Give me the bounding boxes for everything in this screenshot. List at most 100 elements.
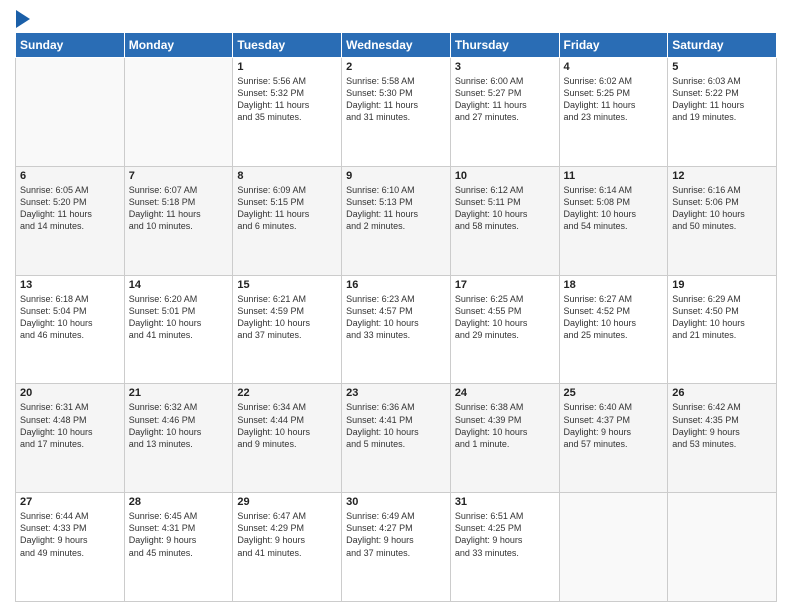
- week-row-5: 27 Sunrise: 6:44 AM Sunset: 4:33 PM Dayli…: [16, 493, 777, 602]
- calendar-cell: 25 Sunrise: 6:40 AM Sunset: 4:37 PM Dayli…: [559, 384, 668, 493]
- week-row-4: 20 Sunrise: 6:31 AM Sunset: 4:48 PM Dayli…: [16, 384, 777, 493]
- day-number: 23: [346, 387, 446, 399]
- calendar-cell: 15 Sunrise: 6:21 AM Sunset: 4:59 PM Dayli…: [233, 275, 342, 384]
- day-info: Sunrise: 6:14 AM Sunset: 5:08 PM Dayligh…: [564, 184, 664, 233]
- day-info: Sunrise: 6:25 AM Sunset: 4:55 PM Dayligh…: [455, 293, 555, 342]
- calendar-cell: 21 Sunrise: 6:32 AM Sunset: 4:46 PM Dayli…: [124, 384, 233, 493]
- day-info: Sunrise: 6:47 AM Sunset: 4:29 PM Dayligh…: [237, 510, 337, 559]
- day-info: Sunrise: 6:34 AM Sunset: 4:44 PM Dayligh…: [237, 401, 337, 450]
- day-info: Sunrise: 6:51 AM Sunset: 4:25 PM Dayligh…: [455, 510, 555, 559]
- calendar-cell: 28Sunrise: 6:45 AM Sunset: 4:31 PM Dayli…: [124, 493, 233, 602]
- day-info: Sunrise: 5:56 AM Sunset: 5:32 PM Dayligh…: [237, 75, 337, 124]
- day-info: Sunrise: 6:03 AM Sunset: 5:22 PM Dayligh…: [672, 75, 772, 124]
- calendar-cell: 30 Sunrise: 6:49 AM Sunset: 4:27 PM Dayli…: [342, 493, 451, 602]
- day-number: 1: [237, 61, 337, 73]
- day-number: 26: [672, 387, 772, 399]
- day-info: Sunrise: 6:05 AM Sunset: 5:20 PM Dayligh…: [20, 184, 120, 233]
- day-number: 29: [237, 496, 337, 508]
- calendar-cell: 5 Sunrise: 6:03 AM Sunset: 5:22 PM Daylig…: [668, 58, 777, 167]
- day-info: Sunrise: 6:12 AM Sunset: 5:11 PM Dayligh…: [455, 184, 555, 233]
- day-number: 3: [455, 61, 555, 73]
- day-number: 12: [672, 170, 772, 182]
- calendar-cell: 7 Sunrise: 6:07 AM Sunset: 5:18 PM Daylig…: [124, 166, 233, 275]
- day-info: Sunrise: 6:18 AM Sunset: 5:04 PM Dayligh…: [20, 293, 120, 342]
- page: SundayMondayTuesdayWednesdayThursdayFrid…: [0, 0, 792, 612]
- day-number: 8: [237, 170, 337, 182]
- calendar-cell: 13 Sunrise: 6:18 AM Sunset: 5:04 PM Dayli…: [16, 275, 125, 384]
- day-info: Sunrise: 6:29 AM Sunset: 4:50 PM Dayligh…: [672, 293, 772, 342]
- calendar-cell: 18 Sunrise: 6:27 AM Sunset: 4:52 PM Dayli…: [559, 275, 668, 384]
- calendar-cell: 10 Sunrise: 6:12 AM Sunset: 5:11 PM Dayli…: [450, 166, 559, 275]
- header: [15, 10, 777, 24]
- day-info: Sunrise: 6:07 AM Sunset: 5:18 PM Dayligh…: [129, 184, 229, 233]
- day-info: Sunrise: 6:40 AM Sunset: 4:37 PM Dayligh…: [564, 401, 664, 450]
- calendar-cell: 27 Sunrise: 6:44 AM Sunset: 4:33 PM Dayli…: [16, 493, 125, 602]
- day-number: 13: [20, 279, 120, 291]
- week-row-3: 13 Sunrise: 6:18 AM Sunset: 5:04 PM Dayli…: [16, 275, 777, 384]
- calendar-cell: 1 Sunrise: 5:56 AM Sunset: 5:32 PM Daylig…: [233, 58, 342, 167]
- calendar-cell: [16, 58, 125, 167]
- day-number: 27: [20, 496, 120, 508]
- day-info: Sunrise: 6:32 AM Sunset: 4:46 PM Dayligh…: [129, 401, 229, 450]
- day-number: 10: [455, 170, 555, 182]
- calendar-cell: 2 Sunrise: 5:58 AM Sunset: 5:30 PM Daylig…: [342, 58, 451, 167]
- day-number: 31: [455, 496, 555, 508]
- day-info: Sunrise: 6:44 AM Sunset: 4:33 PM Dayligh…: [20, 510, 120, 559]
- day-info: Sunrise: 6:27 AM Sunset: 4:52 PM Dayligh…: [564, 293, 664, 342]
- calendar: SundayMondayTuesdayWednesdayThursdayFrid…: [15, 32, 777, 602]
- day-info: Sunrise: 6:02 AM Sunset: 5:25 PM Dayligh…: [564, 75, 664, 124]
- day-number: 4: [564, 61, 664, 73]
- calendar-cell: [668, 493, 777, 602]
- day-number: 30: [346, 496, 446, 508]
- day-number: 15: [237, 279, 337, 291]
- day-number: 25: [564, 387, 664, 399]
- day-number: 5: [672, 61, 772, 73]
- day-number: 16: [346, 279, 446, 291]
- day-number: 11: [564, 170, 664, 182]
- weekday-header-monday: Monday: [124, 33, 233, 58]
- logo-arrow-icon: [16, 10, 30, 28]
- calendar-cell: 8 Sunrise: 6:09 AM Sunset: 5:15 PM Daylig…: [233, 166, 342, 275]
- day-info: Sunrise: 6:36 AM Sunset: 4:41 PM Dayligh…: [346, 401, 446, 450]
- calendar-cell: 11 Sunrise: 6:14 AM Sunset: 5:08 PM Dayli…: [559, 166, 668, 275]
- day-number: 22: [237, 387, 337, 399]
- calendar-cell: 4 Sunrise: 6:02 AM Sunset: 5:25 PM Daylig…: [559, 58, 668, 167]
- day-number: 24: [455, 387, 555, 399]
- logo: [15, 10, 30, 24]
- day-info: Sunrise: 6:09 AM Sunset: 5:15 PM Dayligh…: [237, 184, 337, 233]
- day-info: Sunrise: 6:21 AM Sunset: 4:59 PM Dayligh…: [237, 293, 337, 342]
- week-row-1: 1 Sunrise: 5:56 AM Sunset: 5:32 PM Daylig…: [16, 58, 777, 167]
- calendar-cell: 20 Sunrise: 6:31 AM Sunset: 4:48 PM Dayli…: [16, 384, 125, 493]
- day-number: 6: [20, 170, 120, 182]
- day-number: 2: [346, 61, 446, 73]
- day-info: Sunrise: 6:00 AM Sunset: 5:27 PM Dayligh…: [455, 75, 555, 124]
- day-info: Sunrise: 6:49 AM Sunset: 4:27 PM Dayligh…: [346, 510, 446, 559]
- day-number: 21: [129, 387, 229, 399]
- day-info: Sunrise: 6:38 AM Sunset: 4:39 PM Dayligh…: [455, 401, 555, 450]
- calendar-cell: [559, 493, 668, 602]
- day-number: 7: [129, 170, 229, 182]
- weekday-header-thursday: Thursday: [450, 33, 559, 58]
- week-row-2: 6 Sunrise: 6:05 AM Sunset: 5:20 PM Daylig…: [16, 166, 777, 275]
- weekday-header-sunday: Sunday: [16, 33, 125, 58]
- day-number: 14: [129, 279, 229, 291]
- day-number: 20: [20, 387, 120, 399]
- calendar-cell: 23 Sunrise: 6:36 AM Sunset: 4:41 PM Dayli…: [342, 384, 451, 493]
- weekday-header-friday: Friday: [559, 33, 668, 58]
- calendar-cell: 22 Sunrise: 6:34 AM Sunset: 4:44 PM Dayli…: [233, 384, 342, 493]
- day-info: Sunrise: 5:58 AM Sunset: 5:30 PM Dayligh…: [346, 75, 446, 124]
- weekday-header-row: SundayMondayTuesdayWednesdayThursdayFrid…: [16, 33, 777, 58]
- weekday-header-tuesday: Tuesday: [233, 33, 342, 58]
- day-info: Sunrise: 6:31 AM Sunset: 4:48 PM Dayligh…: [20, 401, 120, 450]
- calendar-cell: 3 Sunrise: 6:00 AM Sunset: 5:27 PM Daylig…: [450, 58, 559, 167]
- calendar-cell: 12Sunrise: 6:16 AM Sunset: 5:06 PM Dayli…: [668, 166, 777, 275]
- day-number: 18: [564, 279, 664, 291]
- calendar-cell: 31 Sunrise: 6:51 AM Sunset: 4:25 PM Dayli…: [450, 493, 559, 602]
- calendar-cell: 19Sunrise: 6:29 AM Sunset: 4:50 PM Dayli…: [668, 275, 777, 384]
- calendar-cell: [124, 58, 233, 167]
- day-info: Sunrise: 6:20 AM Sunset: 5:01 PM Dayligh…: [129, 293, 229, 342]
- day-info: Sunrise: 6:45 AM Sunset: 4:31 PM Dayligh…: [129, 510, 229, 559]
- calendar-cell: 17Sunrise: 6:25 AM Sunset: 4:55 PM Dayli…: [450, 275, 559, 384]
- calendar-cell: 9Sunrise: 6:10 AM Sunset: 5:13 PM Daylig…: [342, 166, 451, 275]
- weekday-header-saturday: Saturday: [668, 33, 777, 58]
